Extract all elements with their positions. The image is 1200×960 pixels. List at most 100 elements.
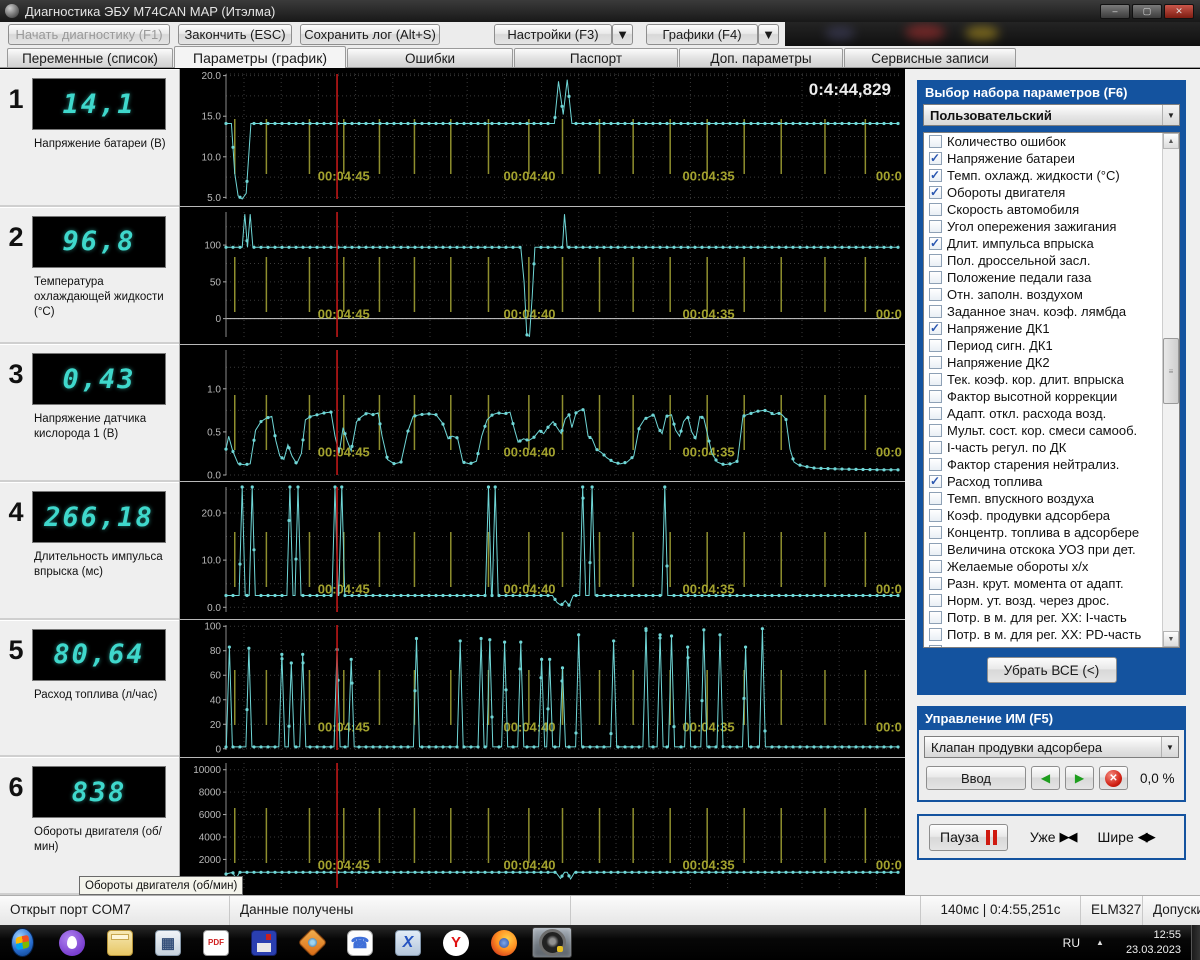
parameter-row[interactable]: Концентр. топлива в адсорбере xyxy=(924,524,1179,541)
firefox[interactable] xyxy=(484,927,524,958)
checkbox[interactable] xyxy=(929,373,942,386)
checkbox[interactable] xyxy=(929,594,942,607)
chart-battery-voltage[interactable]: 20.015.010.05.000:04:4500:04:4000:04:350… xyxy=(180,69,905,206)
parameter-row[interactable]: Темп. охлажд. жидкости (°С) xyxy=(924,167,1179,184)
image-viewer[interactable] xyxy=(292,927,332,958)
parameter-row[interactable]: Тек. коэф. кор. длит. впрыска xyxy=(924,371,1179,388)
clock[interactable]: 12:55 23.03.2023 xyxy=(1126,928,1181,958)
checkbox[interactable] xyxy=(929,356,942,369)
chart-engine-rpm[interactable]: 10000800060004000200000:04:4500:04:4000:… xyxy=(180,758,905,895)
checkbox[interactable] xyxy=(929,628,942,641)
parameter-row[interactable]: Желаемые обороты х/х xyxy=(924,558,1179,575)
scrollbar-thumb[interactable]: ≡ xyxy=(1163,338,1179,404)
file-manager[interactable] xyxy=(100,927,140,958)
checkbox[interactable] xyxy=(929,271,942,284)
checkbox[interactable] xyxy=(929,645,942,648)
parameter-row[interactable]: Отн. заполн. воздухом xyxy=(924,286,1179,303)
checkbox[interactable] xyxy=(929,543,942,556)
parameter-row[interactable]: Угол опережения зажигания xyxy=(924,218,1179,235)
stop-button[interactable]: ✕ xyxy=(1099,766,1128,790)
tab-errors[interactable]: Ошибки xyxy=(347,48,513,67)
chart-o2-sensor[interactable]: 1.00.50.000:04:4500:04:4000:04:3500:0 xyxy=(180,345,905,482)
checkbox[interactable] xyxy=(929,424,942,437)
scroll-down-icon[interactable]: ▼ xyxy=(1163,631,1179,647)
start-button[interactable] xyxy=(4,927,44,958)
chart-fuel-consumption[interactable]: 10080604020000:04:4500:04:4000:04:3500:0 xyxy=(180,620,905,757)
checkbox[interactable] xyxy=(929,186,942,199)
zoom-out-time-button[interactable]: Шире ◀▶ xyxy=(1098,829,1154,845)
settings-dropdown-arrow[interactable]: ▼ xyxy=(612,24,633,45)
increase-arrow-button[interactable]: ▶ xyxy=(1065,766,1094,790)
phone-app[interactable]: ☎ xyxy=(340,927,380,958)
parameter-row[interactable]: Разн. крут. момента от адапт. xyxy=(924,575,1179,592)
parameter-row[interactable]: Величина отскока УОЗ при дет. xyxy=(924,541,1179,558)
parameter-row[interactable]: Пол. дроссельной засл. xyxy=(924,252,1179,269)
pause-button[interactable]: Пауза xyxy=(929,824,1008,851)
start-diagnostics-button[interactable]: Начать диагностику (F1) xyxy=(8,24,170,45)
checkbox[interactable] xyxy=(929,560,942,573)
maximize-button[interactable]: ▢ xyxy=(1132,4,1162,19)
actuator-select[interactable]: Клапан продувки адсорбера ▼ xyxy=(924,736,1179,758)
parameter-row[interactable]: Период сигн. ДК1 xyxy=(924,337,1179,354)
zoom-in-time-button[interactable]: Уже ▶◀ xyxy=(1030,829,1076,845)
parameter-row[interactable]: Расход топлива xyxy=(924,473,1179,490)
parameter-list-scrollbar[interactable]: ▲ ≡ ▼ xyxy=(1162,133,1179,647)
checkbox[interactable] xyxy=(929,220,942,233)
settings-button[interactable]: Настройки (F3) xyxy=(494,24,612,45)
finish-button[interactable]: Закончить (ESC) xyxy=(178,24,292,45)
chevron-down-icon[interactable]: ▼ xyxy=(1161,737,1178,757)
chevron-down-icon[interactable]: ▼ xyxy=(1162,105,1179,125)
checkbox[interactable] xyxy=(929,169,942,182)
language-indicator[interactable]: RU xyxy=(1063,936,1080,950)
pdf24[interactable]: PDF xyxy=(196,927,236,958)
checkbox[interactable] xyxy=(929,458,942,471)
parameter-row[interactable]: Скорость автомобиля xyxy=(924,201,1179,218)
tab-parameters-graph[interactable]: Параметры (график) xyxy=(174,46,346,68)
clear-all-button[interactable]: Убрать ВСЕ (<) xyxy=(987,657,1117,683)
graphs-dropdown-arrow[interactable]: ▼ xyxy=(758,24,779,45)
close-button[interactable]: ✕ xyxy=(1164,4,1194,19)
enter-button[interactable]: Ввод xyxy=(926,766,1026,790)
chart-injection-pulse[interactable]: 20.010.00.000:04:4500:04:4000:04:3500:0 xyxy=(180,482,905,619)
tab-extra-parameters[interactable]: Доп. параметры xyxy=(679,48,843,67)
decrease-arrow-button[interactable]: ◀ xyxy=(1031,766,1060,790)
parameter-row[interactable]: Темп. впускного воздуха xyxy=(924,490,1179,507)
scroll-up-icon[interactable]: ▲ xyxy=(1163,133,1179,149)
checkbox[interactable] xyxy=(929,203,942,216)
graphs-button[interactable]: Графики (F4) xyxy=(646,24,758,45)
parameter-row[interactable]: Фактор старения нейтрализ. xyxy=(924,456,1179,473)
checkbox[interactable] xyxy=(929,577,942,590)
checkbox[interactable] xyxy=(929,135,942,148)
preset-select[interactable]: Пользовательский ▼ xyxy=(923,104,1180,126)
parameter-row[interactable]: Фактор высотной коррекции xyxy=(924,388,1179,405)
parameter-row[interactable]: Напряжение ДК2 xyxy=(924,354,1179,371)
checkbox[interactable] xyxy=(929,611,942,624)
tab-variables-list[interactable]: Переменные (список) xyxy=(7,48,173,67)
x-app[interactable]: X xyxy=(388,927,428,958)
parameter-row[interactable]: I-часть регул. по ДК xyxy=(924,439,1179,456)
calculator[interactable]: ▦ xyxy=(148,927,188,958)
checkbox[interactable] xyxy=(929,322,942,335)
parameter-row[interactable]: Адапт. откл. расхода возд. xyxy=(924,405,1179,422)
checkbox[interactable] xyxy=(929,492,942,505)
parameter-row[interactable]: Коэф. продувки адсорбера xyxy=(924,507,1179,524)
checkbox[interactable] xyxy=(929,526,942,539)
diagnostic-app[interactable] xyxy=(532,927,572,958)
checkbox[interactable] xyxy=(929,390,942,403)
tray-expand-icon[interactable]: ▲ xyxy=(1096,938,1104,947)
parameter-row[interactable]: Потр. в м. для рег. ХХ: PD-часть xyxy=(924,626,1179,643)
parameter-row[interactable]: Количество ошибок xyxy=(924,133,1179,150)
parameter-row[interactable]: Длит. импульса впрыска xyxy=(924,235,1179,252)
parameter-row[interactable]: Напряжение ДК1 xyxy=(924,320,1179,337)
checkbox[interactable] xyxy=(929,288,942,301)
checkbox[interactable] xyxy=(929,237,942,250)
chart-coolant-temp[interactable]: 10050000:04:4500:04:4000:04:3500:0 xyxy=(180,207,905,344)
checkbox[interactable] xyxy=(929,441,942,454)
save-log-button[interactable]: Сохранить лог (Alt+S) xyxy=(300,24,440,45)
yandex-browser[interactable]: Y xyxy=(436,927,476,958)
tab-passport[interactable]: Паспорт xyxy=(514,48,678,67)
checkbox[interactable] xyxy=(929,475,942,488)
minimize-button[interactable]: – xyxy=(1100,4,1130,19)
checkbox[interactable] xyxy=(929,407,942,420)
parameter-row[interactable]: Потр. в м. для рег. ХХ: I-часть xyxy=(924,609,1179,626)
